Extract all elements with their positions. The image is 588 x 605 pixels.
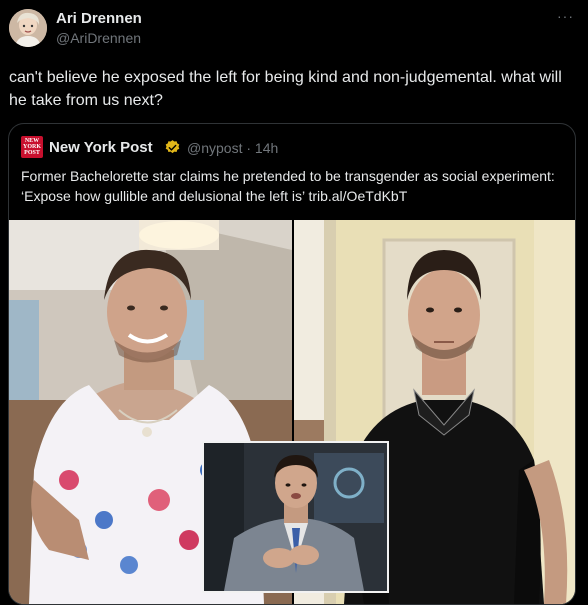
- profile-photo-icon: [9, 9, 47, 47]
- quoted-tweet-text: Former Bachelorette star claims he prete…: [21, 168, 555, 204]
- gold-verified-badge-icon: [165, 140, 180, 154]
- tweet-text: can't believe he exposed the left for be…: [9, 69, 562, 109]
- author-avatar[interactable]: [9, 9, 47, 47]
- author-name[interactable]: Ari Drennen: [56, 10, 142, 27]
- logo-lettering: NEW YORK POST: [23, 138, 41, 156]
- quoted-author-name[interactable]: New York Post: [49, 139, 153, 156]
- new-york-post-logo-icon: NEW YORK POST: [21, 136, 43, 158]
- inset-photo-man-in-suit-clapping[interactable]: [202, 441, 389, 593]
- more-options-icon[interactable]: ···: [557, 8, 574, 24]
- author-handle[interactable]: @AriDrennen: [56, 30, 141, 46]
- quoted-tweet-card[interactable]: NEW YORK POST New York Post @nypost · 14…: [8, 123, 576, 605]
- inset-photo-man-in-suit-clapping-icon: [204, 443, 387, 591]
- quoted-handle-time[interactable]: @nypost · 14h: [187, 140, 278, 156]
